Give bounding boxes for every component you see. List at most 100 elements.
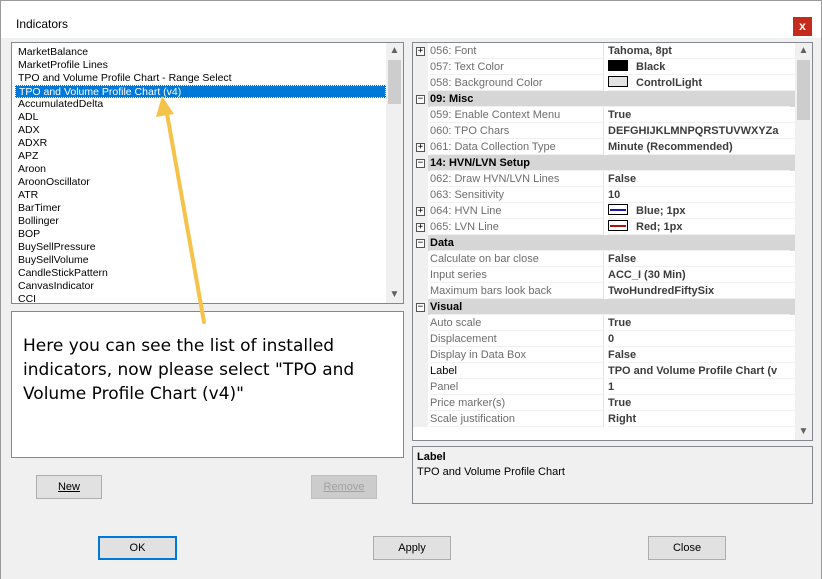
property-value[interactable]: True <box>608 395 796 411</box>
property-value[interactable]: False <box>608 347 796 363</box>
property-row[interactable]: Price marker(s) True <box>413 395 796 411</box>
property-row[interactable]: 057: Text Color Black <box>413 59 796 75</box>
collapse-icon[interactable]: − <box>416 159 425 168</box>
property-row[interactable]: Maximum bars look back TwoHundredFiftySix <box>413 283 796 299</box>
property-row[interactable]: Panel 1 <box>413 379 796 395</box>
property-row[interactable]: +064: HVN Line Blue; 1px <box>413 203 796 219</box>
indicator-list-item[interactable]: APZ <box>15 150 386 163</box>
property-value[interactable]: True <box>608 107 796 123</box>
expand-icon[interactable]: + <box>416 223 425 232</box>
property-row[interactable]: +065: LVN Line Red; 1px <box>413 219 796 235</box>
indicator-list-item[interactable]: MarketProfile Lines <box>15 59 386 72</box>
property-value[interactable]: Minute (Recommended) <box>608 139 796 155</box>
indicator-list-item[interactable]: MarketBalance <box>15 46 386 59</box>
indicator-list-item[interactable]: TPO and Volume Profile Chart - Range Sel… <box>15 72 386 85</box>
indicator-list-item[interactable]: BuySellVolume <box>15 254 386 267</box>
collapse-icon[interactable]: − <box>416 303 425 312</box>
property-category-row[interactable]: − Visual <box>413 299 796 315</box>
property-row[interactable]: +056: Font Tahoma, 8pt <box>413 43 796 59</box>
property-value[interactable]: Red; 1px <box>608 219 796 235</box>
expand-icon[interactable]: + <box>416 207 425 216</box>
indicator-list-item[interactable]: Bollinger <box>15 215 386 228</box>
property-value[interactable]: TPO and Volume Profile Chart (v <box>608 363 796 379</box>
indicator-list-item[interactable]: BuySellPressure <box>15 241 386 254</box>
property-row[interactable]: Display in Data Box False <box>413 347 796 363</box>
property-row[interactable]: 060: TPO Chars DEFGHIJKLMNPQRSTUVWXYZa <box>413 123 796 139</box>
property-row[interactable]: Scale justification Right <box>413 411 796 427</box>
scroll-down-icon[interactable]: ▼ <box>386 287 403 303</box>
grid-scroll-thumb[interactable] <box>797 60 810 120</box>
property-value[interactable]: False <box>608 251 796 267</box>
property-row[interactable]: 059: Enable Context Menu True <box>413 107 796 123</box>
row-gutter: − <box>413 235 428 251</box>
button-bar: OK Apply Close <box>1 507 821 579</box>
description-box: Here you can see the list of installed i… <box>11 311 404 458</box>
indicator-list-item[interactable]: AroonOscillator <box>15 176 386 189</box>
expand-icon[interactable]: + <box>416 143 425 152</box>
indicator-list-item[interactable]: ATR <box>15 189 386 202</box>
grid-scrollbar[interactable]: ▲ ▼ <box>795 43 812 440</box>
remove-button[interactable]: Remove <box>311 475 377 499</box>
property-value[interactable]: Tahoma, 8pt <box>608 43 796 59</box>
property-row[interactable]: Input series ACC_I (30 Min) <box>413 267 796 283</box>
property-value[interactable]: True <box>608 315 796 331</box>
new-button[interactable]: New <box>36 475 102 499</box>
row-gutter <box>413 123 428 139</box>
property-value[interactable]: ACC_I (30 Min) <box>608 267 796 283</box>
property-row[interactable]: Label TPO and Volume Profile Chart (v <box>413 363 796 379</box>
row-gutter: + <box>413 219 428 235</box>
apply-button[interactable]: Apply <box>373 536 451 560</box>
property-category-row[interactable]: − Data <box>413 235 796 251</box>
property-name: Display in Data Box <box>430 347 604 363</box>
indicator-list-item[interactable]: ADL <box>15 111 386 124</box>
title-bar: Indicators x <box>1 1 821 38</box>
property-value[interactable]: 1 <box>608 379 796 395</box>
property-row[interactable]: Displacement 0 <box>413 331 796 347</box>
expand-icon[interactable]: + <box>416 47 425 56</box>
property-value[interactable]: ControlLight <box>608 75 796 91</box>
close-icon[interactable]: x <box>793 17 812 36</box>
property-row[interactable]: 062: Draw HVN/LVN Lines False <box>413 171 796 187</box>
property-row[interactable]: +061: Data Collection Type Minute (Recomm… <box>413 139 796 155</box>
scroll-up-icon[interactable]: ▲ <box>386 43 403 59</box>
grid-scroll-down-icon[interactable]: ▼ <box>795 424 812 440</box>
property-grid[interactable]: Scale justification Right Price marker(s) T… <box>412 42 813 441</box>
property-value[interactable]: TwoHundredFiftySix <box>608 283 796 299</box>
property-value[interactable]: False <box>608 171 796 187</box>
property-value[interactable]: 10 <box>608 187 796 203</box>
property-value[interactable]: Right <box>608 411 796 427</box>
grid-scroll-up-icon[interactable]: ▲ <box>795 43 812 59</box>
indicator-list-item[interactable]: TPO and Volume Profile Chart (v4) <box>15 85 386 98</box>
indicator-list-item[interactable]: ADX <box>15 124 386 137</box>
scroll-thumb[interactable] <box>388 60 401 104</box>
indicator-list-item[interactable]: Aroon <box>15 163 386 176</box>
collapse-icon[interactable]: − <box>416 239 425 248</box>
property-value[interactable]: Blue; 1px <box>608 203 796 219</box>
indicator-list-item[interactable]: ADXR <box>15 137 386 150</box>
property-value[interactable]: Black <box>608 59 796 75</box>
category-name: 14: HVN/LVN Setup <box>430 155 790 171</box>
property-row[interactable]: Calculate on bar close False <box>413 251 796 267</box>
close-button-label: Close <box>672 542 702 554</box>
indicator-list-item[interactable]: CandleStickPattern <box>15 267 386 280</box>
property-row[interactable]: Auto scale True <box>413 315 796 331</box>
indicator-list[interactable]: CCI CanvasIndicator CandleStickPattern BuyS… <box>11 42 404 304</box>
property-row[interactable]: 063: Sensitivity 10 <box>413 187 796 203</box>
help-text: TPO and Volume Profile Chart <box>417 466 565 478</box>
indicator-list-item[interactable]: AccumulatedDelta <box>15 98 386 111</box>
property-row[interactable]: 058: Background Color ControlLight <box>413 75 796 91</box>
ok-button[interactable]: OK <box>98 536 177 560</box>
property-category-row[interactable]: −09: Misc <box>413 91 796 107</box>
indicator-list-item[interactable]: CanvasIndicator <box>15 280 386 293</box>
indicator-list-item[interactable]: CCI <box>15 293 386 303</box>
indicator-list-item[interactable]: BarTimer <box>15 202 386 215</box>
close-button[interactable]: Close <box>648 536 726 560</box>
collapse-icon[interactable]: − <box>416 95 425 104</box>
property-value[interactable]: 0 <box>608 331 796 347</box>
indicator-list-item[interactable]: BOP <box>15 228 386 241</box>
property-value-text: Black <box>636 61 666 73</box>
list-scrollbar[interactable]: ▲ ▼ <box>386 43 403 303</box>
property-name: Displacement <box>430 331 604 347</box>
property-category-row[interactable]: −14: HVN/LVN Setup <box>413 155 796 171</box>
property-value[interactable]: DEFGHIJKLMNPQRSTUVWXYZa <box>608 123 796 139</box>
